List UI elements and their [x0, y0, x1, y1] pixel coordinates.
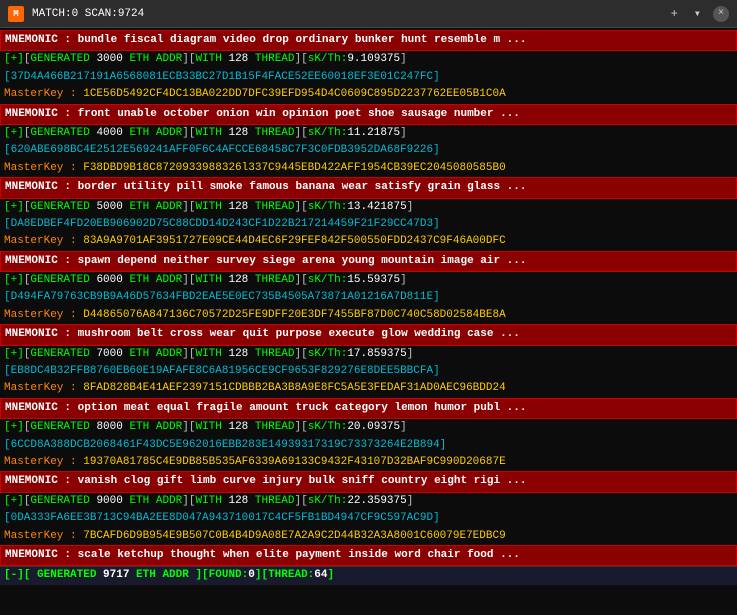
terminal-line: MNEMONIC : vanish clog gift limb curve i… — [0, 471, 737, 492]
terminal-line: [-][ GENERATED 9717 ETH ADDR ][FOUND:0][… — [0, 566, 737, 584]
title-bar-title: MATCH:0 SCAN:9724 — [32, 8, 144, 20]
close-button[interactable]: × — [713, 6, 729, 22]
terminal-line: [D494FA79763CB9B9A46D57634FBD2EAE5E0EC73… — [0, 289, 737, 306]
terminal-line: MNEMONIC : front unable october onion wi… — [0, 104, 737, 125]
terminal-line: MNEMONIC : mushroom belt cross wear quit… — [0, 324, 737, 345]
terminal-line: MasterKey : 19370A81785C4E9DB85B535AF633… — [0, 454, 737, 471]
terminal-line: MNEMONIC : bundle fiscal diagram video d… — [0, 30, 737, 51]
terminal-line: MasterKey : D44865076A847136C70572D25FE9… — [0, 307, 737, 324]
terminal-line: [0DA333FA6EE3B713C94BA2EE8D047A943710017… — [0, 510, 737, 527]
terminal-line: [+][GENERATED 7000 ETH ADDR][WITH 128 TH… — [0, 346, 737, 363]
terminal-line: [+][GENERATED 3000 ETH ADDR][WITH 128 TH… — [0, 51, 737, 68]
terminal-line: [+][GENERATED 8000 ETH ADDR][WITH 128 TH… — [0, 419, 737, 436]
terminal-line: MNEMONIC : scale ketchup thought when el… — [0, 545, 737, 566]
terminal-line: [620ABE698BC4E2512E569241AFF0F6C4AFCCE68… — [0, 142, 737, 159]
terminal-line: [6CCD8A388DCB2068461F43DC5E962016EBB283E… — [0, 437, 737, 454]
terminal-line: [DA8EDBEF4FD20EB906902D75C88CDD14D243CF1… — [0, 216, 737, 233]
terminal-line: MNEMONIC : option meat equal fragile amo… — [0, 398, 737, 419]
terminal-line: MasterKey : F38DBD9B18C8720933988326l337… — [0, 160, 737, 177]
terminal-body: MNEMONIC : bundle fiscal diagram video d… — [0, 28, 737, 615]
tab-dropdown-button[interactable]: ▾ — [690, 4, 705, 23]
new-tab-button[interactable]: + — [667, 5, 682, 23]
terminal-line: MasterKey : 8FAD828B4E41AEF2397151CDBBB2… — [0, 380, 737, 397]
terminal-line: MNEMONIC : border utility pill smoke fam… — [0, 177, 737, 198]
terminal-line: [+][GENERATED 4000 ETH ADDR][WITH 128 TH… — [0, 125, 737, 142]
terminal-line: [+][GENERATED 6000 ETH ADDR][WITH 128 TH… — [0, 272, 737, 289]
terminal-line: MasterKey : 1CE56D5492CF4DC13BA022DD7DFC… — [0, 86, 737, 103]
title-bar-left: M MATCH:0 SCAN:9724 — [8, 6, 144, 22]
terminal-line: MNEMONIC : spawn depend neither survey s… — [0, 251, 737, 272]
terminal-line: MasterKey : 83A9A9701AF3951727E09CE44D4E… — [0, 233, 737, 250]
app-icon: M — [8, 6, 24, 22]
terminal-line: [EB8DC4B32FFB8760EB60E19AFAFE8C6A81956CE… — [0, 363, 737, 380]
title-bar-controls: + ▾ × — [667, 4, 729, 23]
terminal-line: MasterKey : 7BCAFD6D9B954E9B507C0B4B4D9A… — [0, 528, 737, 545]
terminal-line: [+][GENERATED 5000 ETH ADDR][WITH 128 TH… — [0, 199, 737, 216]
title-bar: M MATCH:0 SCAN:9724 + ▾ × — [0, 0, 737, 28]
terminal-line: [37D4A466B217191A6568081ECB33BC27D1B15F4… — [0, 69, 737, 86]
terminal-line: [+][GENERATED 9000 ETH ADDR][WITH 128 TH… — [0, 493, 737, 510]
